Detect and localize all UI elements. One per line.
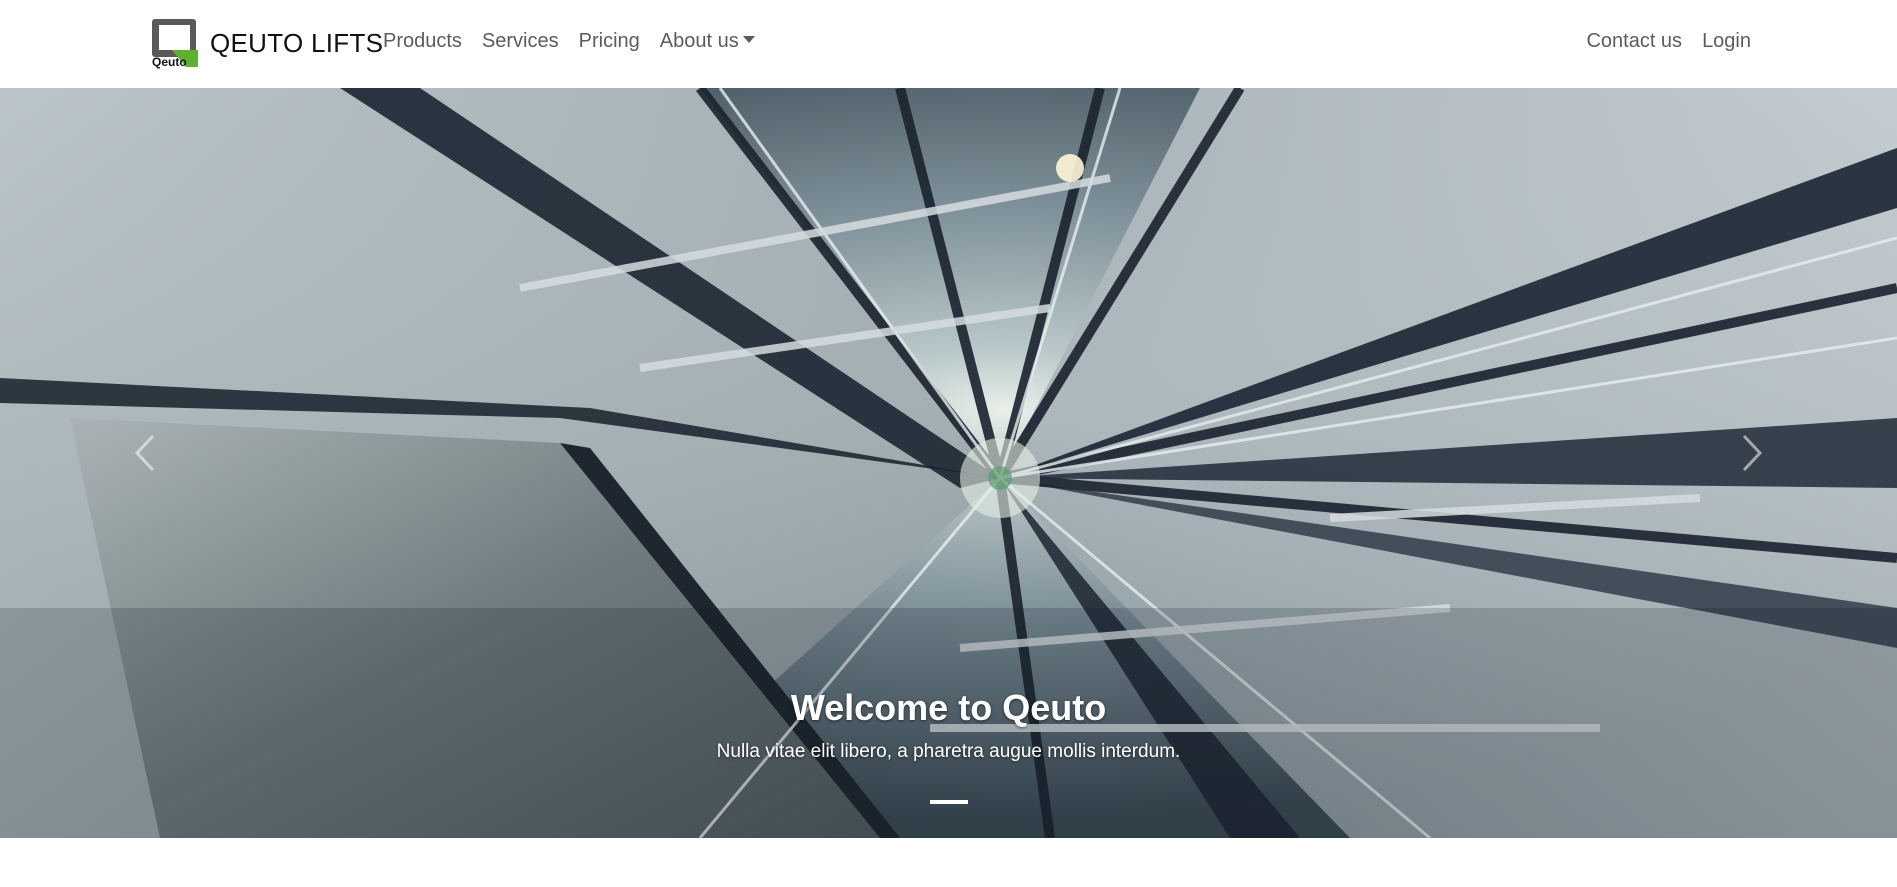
- carousel-caption: Welcome to Qeuto Nulla vitae elit libero…: [0, 686, 1897, 763]
- brand-name: QEUTO LIFTS: [210, 27, 384, 58]
- carousel-next-button[interactable]: [1722, 418, 1782, 488]
- brand-link[interactable]: Qeuto QEUTO LIFTS: [150, 17, 383, 69]
- chevron-left-icon: [134, 434, 155, 472]
- hero-carousel: Welcome to Qeuto Nulla vitae elit libero…: [0, 88, 1897, 838]
- nav-left-links: Products Services Pricing About us: [383, 30, 765, 53]
- chevron-right-icon: [1742, 434, 1763, 472]
- nav-link-about-us-label: About us: [659, 30, 739, 52]
- logo-text: Qeuto: [152, 55, 187, 69]
- slide-title: Welcome to Qeuto: [790, 687, 1107, 728]
- nav-link-services[interactable]: Services: [472, 30, 569, 53]
- carousel-indicators: [0, 800, 1897, 804]
- nav-dropdown-about-us[interactable]: About us: [650, 30, 765, 53]
- nav-link-pricing[interactable]: Pricing: [569, 30, 650, 53]
- nav-link-contact-us[interactable]: Contact us: [1576, 30, 1692, 53]
- nav-link-login[interactable]: Login: [1692, 30, 1751, 53]
- nav-right-links: Contact us Login: [1576, 30, 1751, 53]
- caret-down-icon: [742, 36, 755, 43]
- carousel-prev-button[interactable]: [115, 418, 175, 488]
- slide-text: Nulla vitae elit libero, a pharetra augu…: [716, 741, 1181, 763]
- qeuto-logo: Qeuto: [150, 17, 202, 69]
- top-navbar: Qeuto QEUTO LIFTS Products Services Pric…: [0, 0, 1897, 88]
- carousel-indicator-1[interactable]: [929, 800, 968, 804]
- nav-link-products[interactable]: Products: [383, 30, 472, 53]
- logo-icon: Qeuto: [152, 19, 198, 69]
